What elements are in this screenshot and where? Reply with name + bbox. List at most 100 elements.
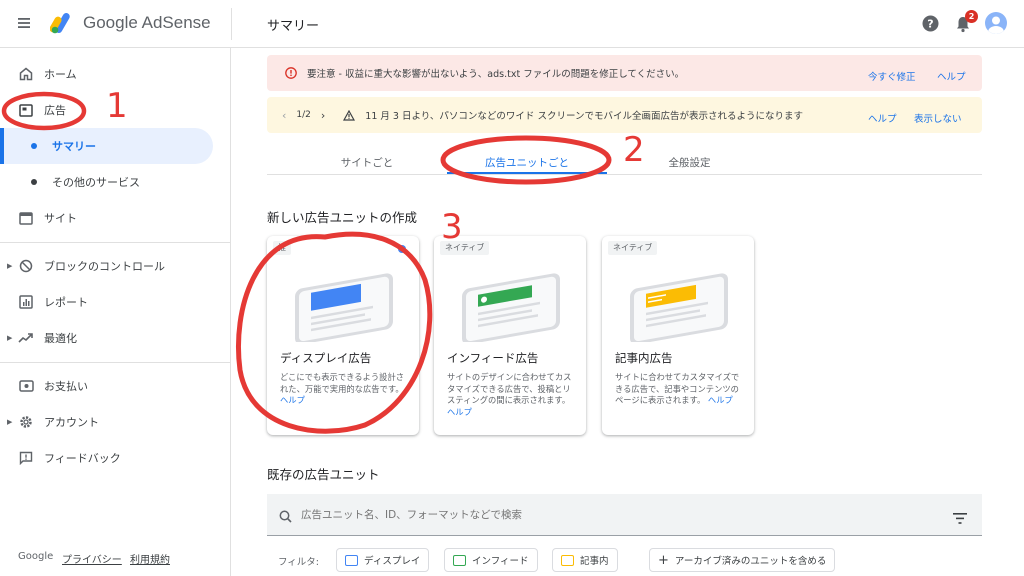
annotation-number-1: 1 — [106, 86, 128, 126]
warning-text: 要注意 - 収益に重大な影響が出ないよう、ads.txt ファイルの問題を修正し… — [307, 69, 685, 80]
filter-chip-in-feed[interactable]: インフィード — [444, 548, 538, 572]
bullet-icon — [31, 143, 37, 149]
sidebar-item-label: サマリー — [52, 140, 96, 153]
sidebar-nav: ホーム 広告 サマリー その他のサービス サイト ▶ ブロックのコントロール レ… — [0, 48, 231, 576]
in-feed-ad-illustration-icon — [448, 260, 572, 346]
filter-chip-include-archived[interactable]: + アーカイブ済みのユニットを含める — [649, 548, 836, 572]
expand-caret-icon: ▶ — [7, 334, 13, 342]
annotation-number-2: 2 — [623, 130, 645, 170]
recommended-dot — [398, 245, 406, 253]
help-icon[interactable]: ? — [922, 15, 939, 32]
card-title: ディスプレイ広告 — [280, 351, 372, 365]
notice-help-link[interactable]: ヘルプ — [868, 111, 897, 125]
filter-chip-label: ディスプレイ — [364, 556, 421, 567]
block-icon — [18, 258, 34, 274]
sidebar-item-label: その他のサービス — [52, 176, 140, 189]
sidebar-item-reports[interactable]: レポート — [0, 284, 231, 320]
in-article-ad-card[interactable]: ネイティブ 記事内広告 サイトに合わせてカスタマイズできる広告で、記事やコンテン… — [602, 236, 754, 435]
payment-icon — [18, 378, 34, 394]
hide-link[interactable]: 表示しない — [914, 111, 962, 125]
next-arrow-icon[interactable]: › — [321, 109, 325, 122]
search-icon — [279, 508, 292, 527]
card-description: サイトに合わせてカスタマイズできる広告で、記事やコンテンツのページに表示されます… — [615, 372, 745, 407]
tab-general-settings[interactable]: 全般設定 — [632, 152, 747, 182]
display-ad-illustration-icon — [281, 260, 405, 346]
sidebar-item-label: アカウント — [44, 416, 99, 429]
sidebar-item-label: レポート — [44, 296, 88, 309]
sidebar-item-label: お支払い — [44, 380, 88, 393]
display-ad-icon — [345, 554, 358, 566]
notice-text: 11 月 3 日より、パソコンなどのワイド スクリーンでモバイル全画面広告が表示… — [365, 111, 803, 122]
filter-chip-label: アーカイブ済みのユニットを含める — [674, 556, 827, 567]
card-help-link[interactable]: ヘルプ — [708, 395, 733, 405]
card-chip: ネイティブ — [608, 241, 658, 255]
tab-by-site[interactable]: サイトごと — [307, 152, 427, 182]
warning-help-link[interactable]: ヘルプ — [937, 69, 966, 83]
annotation-number-3: 3 — [441, 207, 463, 247]
in-article-ad-icon — [561, 554, 574, 566]
add-icon: + — [658, 552, 669, 568]
terms-link[interactable]: 利用規約 — [130, 551, 170, 566]
menu-icon[interactable] — [16, 15, 32, 31]
report-icon — [18, 294, 34, 310]
filter-list-icon[interactable] — [953, 509, 967, 528]
display-ad-card[interactable]: 推 ディスプレイ広告 どこにでも表示できるよう設計された、万能で実用的な広告です… — [267, 236, 419, 435]
app-name: Google AdSense — [83, 13, 211, 32]
privacy-link[interactable]: プライバシー — [62, 551, 122, 566]
sidebar-item-block-controls[interactable]: ▶ ブロックのコントロール — [0, 248, 231, 284]
card-chip: 推 — [273, 241, 291, 255]
pager-text: 1/2 — [296, 110, 311, 120]
sidebar-divider — [0, 242, 231, 243]
error-icon — [285, 67, 297, 79]
sidebar-item-sites[interactable]: サイト — [0, 200, 231, 236]
card-title: 記事内広告 — [615, 351, 673, 365]
sidebar-item-optimize[interactable]: ▶ 最適化 — [0, 320, 231, 356]
page-title: サマリー — [267, 19, 320, 34]
gear-icon — [18, 414, 34, 430]
tabs-divider — [267, 174, 982, 175]
bullet-icon — [31, 179, 37, 185]
home-icon — [18, 66, 34, 82]
sites-icon — [18, 210, 34, 226]
ads-txt-warning-banner: 要注意 - 収益に重大な影響が出ないよう、ads.txt ファイルの問題を修正し… — [267, 55, 982, 91]
create-section-title: 新しい広告ユニットの作成 — [267, 210, 418, 225]
fix-now-link[interactable]: 今すぐ修正 — [868, 69, 916, 83]
sidebar-item-other-services[interactable]: その他のサービス — [0, 164, 231, 200]
footer-google: Google — [18, 551, 54, 562]
sidebar-item-feedback[interactable]: フィードバック — [0, 440, 231, 476]
feedback-icon — [18, 450, 34, 466]
expand-caret-icon: ▶ — [7, 262, 13, 270]
sidebar-item-label: ホーム — [44, 68, 77, 81]
optimize-icon — [18, 330, 34, 346]
in-feed-ad-icon — [453, 554, 466, 566]
card-help-link[interactable]: ヘルプ — [280, 395, 305, 405]
filter-chip-label: インフィード — [472, 556, 529, 567]
warning-triangle-icon — [343, 109, 356, 121]
ads-icon — [18, 102, 34, 118]
existing-section-title: 既存の広告ユニット — [267, 467, 380, 482]
prev-arrow-icon[interactable]: ‹ — [282, 109, 286, 122]
card-help-link[interactable]: ヘルプ — [447, 407, 472, 417]
filter-chip-display[interactable]: ディスプレイ — [336, 548, 430, 572]
in-article-ad-illustration-icon — [616, 260, 740, 346]
top-app-bar: Google AdSense サマリー ? 2 — [0, 0, 1024, 48]
tab-by-ad-unit[interactable]: 広告ユニットごと — [447, 152, 607, 182]
sidebar-item-account[interactable]: ▶ アカウント — [0, 404, 231, 440]
filter-chip-in-article[interactable]: 記事内 — [552, 548, 618, 572]
account-avatar[interactable] — [985, 12, 1007, 34]
svg-text:?: ? — [927, 18, 933, 31]
main-content: 要注意 - 収益に重大な影響が出ないよう、ads.txt ファイルの問題を修正し… — [232, 48, 1024, 576]
sidebar-item-summary[interactable]: サマリー — [0, 128, 231, 164]
sidebar-item-payments[interactable]: お支払い — [0, 368, 231, 404]
card-title: インフィード広告 — [447, 351, 539, 365]
card-description: どこにでも表示できるよう設計された、万能で実用的な広告です。 ヘルプ — [280, 372, 410, 407]
header-divider — [231, 8, 232, 40]
sidebar-item-label: フィードバック — [44, 452, 121, 465]
sidebar-item-label: サイト — [44, 212, 77, 225]
sidebar-divider — [0, 362, 231, 363]
expand-caret-icon: ▶ — [7, 418, 13, 426]
search-input[interactable] — [301, 505, 901, 525]
notice-banner: ‹ 1/2 › 11 月 3 日より、パソコンなどのワイド スクリーンでモバイル… — [267, 97, 982, 133]
in-feed-ad-card[interactable]: ネイティブ インフィード広告 サイトのデザインに合わせてカスタマイズできる広告で… — [434, 236, 586, 435]
filter-chip-label: 記事内 — [580, 556, 609, 567]
